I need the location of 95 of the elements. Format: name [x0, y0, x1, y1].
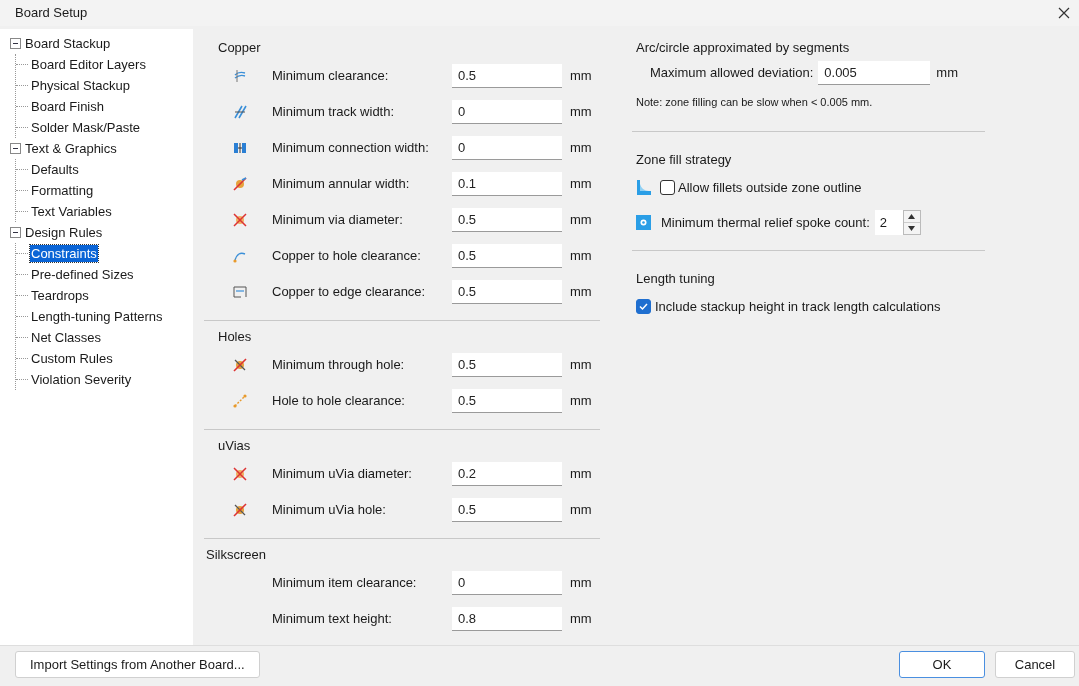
rule-label: Minimum via diameter: [272, 211, 404, 230]
unit-label: mm [570, 67, 592, 86]
deviation-label: Maximum allowed deviation: [650, 64, 814, 83]
unit-label: mm [570, 610, 592, 629]
crossed-circle-icon [232, 212, 248, 228]
value-field[interactable]: 0.5 [452, 280, 562, 304]
value-field[interactable]: 0 [452, 136, 562, 160]
rule-label: Minimum connection width: [272, 139, 430, 158]
spoke-count-label: Minimum thermal relief spoke count: [661, 213, 870, 232]
window-title: Board Setup [15, 4, 88, 23]
tree-item[interactable]: Board Stackup [24, 35, 112, 52]
h-shape-icon [232, 140, 248, 156]
import-settings-button[interactable]: Import Settings from Another Board... [15, 651, 260, 678]
unit-label: mm [570, 211, 592, 230]
unit-label: mm [570, 103, 592, 122]
rule-label: Hole to hole clearance: [272, 392, 406, 411]
checkbox-label: Allow fillets outside zone outline [678, 178, 862, 197]
collapse-icon[interactable] [10, 143, 21, 154]
checkbox[interactable] [636, 299, 651, 314]
decrement-button[interactable] [903, 222, 920, 234]
unit-label: mm [570, 356, 592, 375]
tree-item[interactable]: Text & Graphics [24, 140, 118, 157]
tree-item[interactable]: Text Variables [30, 203, 113, 220]
section-heading: Holes [217, 328, 253, 346]
unit-label: mm [570, 283, 592, 302]
check-icon [638, 301, 649, 312]
dotted-line-icon [232, 393, 248, 409]
tree-item[interactable]: Physical Stackup [30, 77, 131, 94]
crossed-ring-icon [232, 176, 248, 192]
wavy-lines-icon [232, 68, 248, 84]
tree-item[interactable]: Solder Mask/Paste [30, 119, 142, 136]
section-heading: Zone fill strategy [635, 150, 733, 169]
value-field[interactable]: 0 [452, 100, 562, 124]
tree-item[interactable]: Pre-defined Sizes [30, 266, 135, 283]
rule-label: Copper to hole clearance: [272, 247, 422, 266]
value-field[interactable]: 0.5 [452, 64, 562, 88]
value-field[interactable]: 0.8 [452, 607, 562, 631]
rule-label: Minimum annular width: [272, 175, 411, 194]
up-arrow-icon [908, 214, 916, 219]
rule-label: Minimum track width: [272, 103, 396, 122]
value-field[interactable]: 0.5 [452, 498, 562, 522]
corner-icon [636, 180, 651, 195]
collapse-icon[interactable] [10, 227, 21, 238]
spin-field[interactable]: 2 [874, 210, 903, 235]
deviation-field[interactable]: 0.005 [818, 61, 931, 85]
value-field[interactable]: 0.1 [452, 172, 562, 196]
unit-label: mm [570, 501, 592, 520]
rule-label: Minimum text height: [272, 610, 393, 629]
tree-item[interactable]: Constraints [30, 245, 98, 262]
crossed-hole-icon [232, 502, 248, 518]
unit-label: mm [936, 64, 958, 83]
rule-label: Minimum through hole: [272, 356, 406, 375]
unit-label: mm [570, 175, 592, 194]
tree-item[interactable]: Board Editor Layers [30, 56, 147, 73]
rule-label: Minimum clearance: [272, 67, 390, 86]
section-heading: Length tuning [635, 269, 716, 288]
down-arrow-icon [908, 226, 916, 231]
tree-item[interactable]: Violation Severity [30, 371, 133, 388]
rule-label: Minimum uVia hole: [272, 501, 387, 520]
value-field[interactable]: 0.5 [452, 208, 562, 232]
section-heading: Arc/circle approximated by segments [635, 39, 851, 57]
rule-label: Minimum item clearance: [272, 574, 418, 593]
tree-item[interactable]: Teardrops [30, 287, 90, 304]
collapse-icon[interactable] [10, 38, 21, 49]
tree-item[interactable]: Defaults [30, 161, 80, 178]
unit-label: mm [570, 465, 592, 484]
rule-label: Minimum uVia diameter: [272, 465, 413, 484]
value-field[interactable]: 0 [452, 571, 562, 595]
value-field[interactable]: 0.5 [452, 353, 562, 377]
close-icon[interactable] [1058, 7, 1070, 19]
crossed-hole-icon [232, 357, 248, 373]
tree-item[interactable]: Design Rules [24, 224, 104, 241]
cancel-button[interactable]: Cancel [995, 651, 1075, 678]
unit-label: mm [570, 247, 592, 266]
tree-item[interactable]: Formatting [30, 182, 95, 199]
slanted-lines-icon [232, 104, 248, 120]
note-text: Note: zone filling can be slow when < 0.005 mm. [635, 95, 874, 110]
rule-label: Copper to edge clearance: [272, 283, 427, 302]
crossed-circle-icon [232, 466, 248, 482]
section-heading: uVias [217, 437, 252, 455]
tree-item[interactable]: Board Finish [30, 98, 105, 115]
unit-label: mm [570, 574, 592, 593]
value-field[interactable]: 0.2 [452, 462, 562, 486]
checkbox[interactable] [660, 180, 675, 195]
section-heading: Copper [217, 39, 262, 57]
tree-item[interactable]: Net Classes [30, 329, 103, 346]
tree-item[interactable]: Length-tuning Patterns [30, 308, 164, 325]
unit-label: mm [570, 139, 592, 158]
ok-button[interactable]: OK [899, 651, 985, 678]
unit-label: mm [570, 392, 592, 411]
section-heading: Silkscreen [205, 546, 267, 564]
value-field[interactable]: 0.5 [452, 389, 562, 413]
tree-item[interactable]: Custom Rules [30, 350, 114, 367]
checkbox-label: Include stackup height in track length calculations [655, 297, 941, 316]
value-field[interactable]: 0.5 [452, 244, 562, 268]
